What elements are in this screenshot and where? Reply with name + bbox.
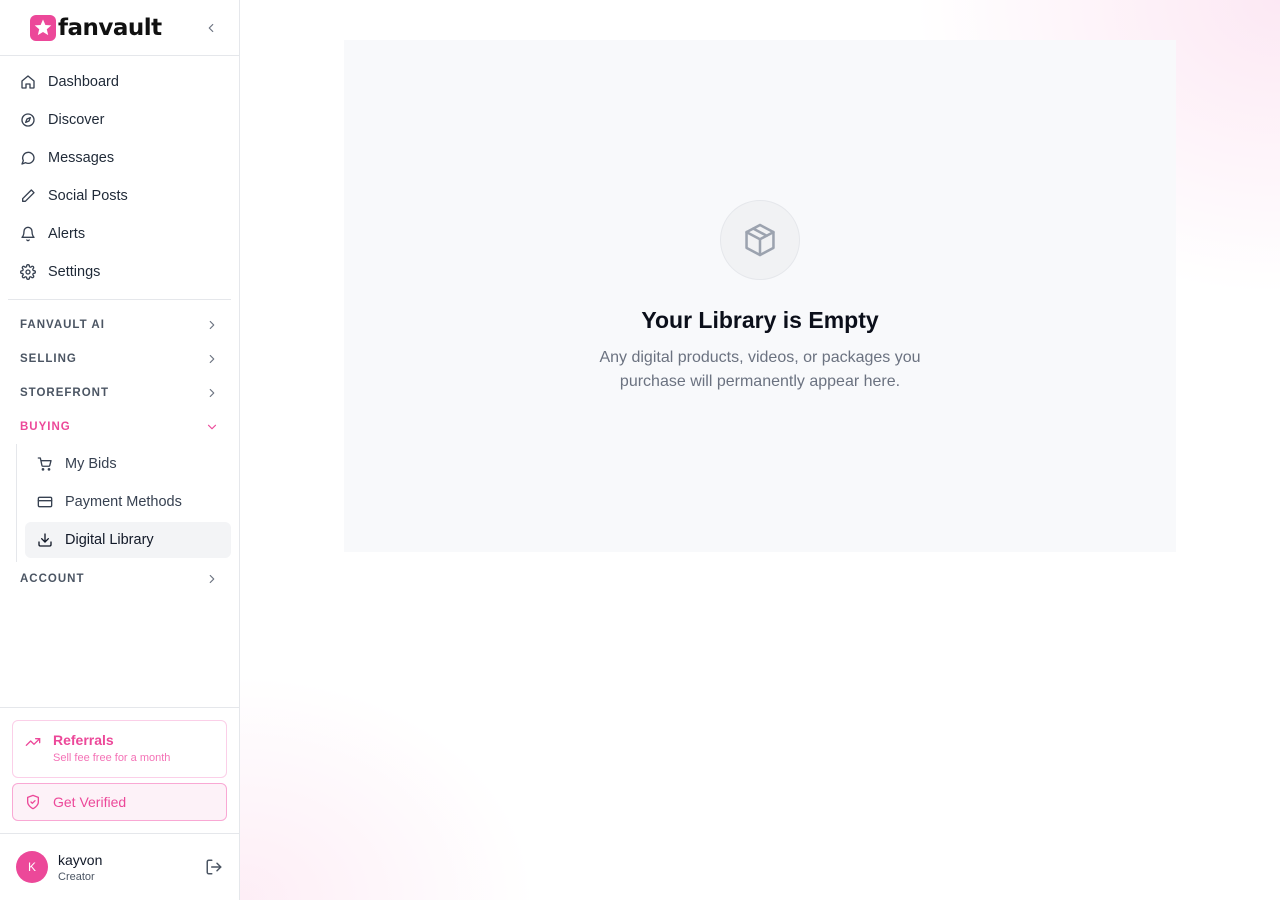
sidebar-item-my-bids[interactable]: My Bids bbox=[25, 446, 231, 482]
nav-item-label: Settings bbox=[48, 264, 101, 280]
section-account[interactable]: ACCOUNT bbox=[8, 562, 231, 596]
user-meta: kayvon Creator bbox=[58, 852, 205, 883]
library-empty-state: Your Library is Empty Any digital produc… bbox=[344, 40, 1176, 552]
nav-item-messages[interactable]: Messages bbox=[8, 139, 231, 177]
get-verified-label: Get Verified bbox=[53, 794, 127, 810]
trending-up-icon bbox=[25, 738, 41, 746]
section-storefront[interactable]: STOREFRONT bbox=[8, 376, 231, 410]
section-fanvault-ai[interactable]: FANVAULT AI bbox=[8, 308, 231, 342]
chevron-right-icon bbox=[209, 574, 215, 584]
section-label: BUYING bbox=[20, 421, 71, 433]
nav-item-label: Alerts bbox=[48, 226, 86, 242]
referrals-title: Referrals bbox=[53, 732, 114, 748]
user-name: kayvon bbox=[58, 851, 103, 868]
get-verified-button[interactable]: Get Verified bbox=[12, 783, 227, 821]
sidebar: fanvault Dashboard Discover Messages Soc… bbox=[0, 0, 240, 900]
sidebar-item-label: Payment Methods bbox=[65, 494, 182, 510]
chevron-right-icon bbox=[209, 320, 215, 330]
chevron-right-icon bbox=[209, 388, 215, 398]
chevron-left-icon bbox=[208, 23, 214, 32]
brand-name: fanvault bbox=[58, 14, 162, 41]
empty-icon-circle bbox=[720, 200, 800, 280]
bell-icon bbox=[21, 226, 35, 242]
section-selling[interactable]: SELLING bbox=[8, 342, 231, 376]
chevron-down-icon bbox=[207, 424, 217, 430]
section-buying[interactable]: BUYING bbox=[8, 410, 231, 444]
nav-item-label: Discover bbox=[48, 112, 105, 128]
section-label: FANVAULT AI bbox=[20, 319, 105, 331]
nav-divider bbox=[8, 299, 231, 300]
section-label: SELLING bbox=[20, 353, 77, 365]
package-icon bbox=[745, 223, 775, 257]
referrals-card[interactable]: Referrals Sell fee free for a month bbox=[12, 720, 227, 778]
nav-item-dashboard[interactable]: Dashboard bbox=[8, 63, 231, 101]
star-logo-icon bbox=[30, 14, 56, 41]
main-content: Your Library is Empty Any digital produc… bbox=[240, 0, 1280, 900]
user-profile-bar: K kayvon Creator bbox=[0, 833, 239, 900]
nav-item-label: Messages bbox=[48, 150, 115, 166]
logout-icon[interactable] bbox=[205, 858, 223, 876]
referrals-subtitle: Sell fee free for a month bbox=[53, 752, 171, 764]
sidebar-item-label: Digital Library bbox=[65, 532, 154, 548]
home-icon bbox=[21, 75, 35, 89]
referrals-text: Referrals Sell fee free for a month bbox=[53, 732, 170, 764]
credit-card-icon bbox=[37, 496, 53, 508]
chevron-right-icon bbox=[209, 354, 215, 364]
nav-item-social-posts[interactable]: Social Posts bbox=[8, 177, 231, 215]
empty-state-title: Your Library is Empty bbox=[641, 307, 879, 333]
pencil-icon bbox=[22, 189, 35, 202]
nav-item-label: Dashboard bbox=[48, 74, 119, 90]
section-label: ACCOUNT bbox=[20, 573, 85, 585]
buying-submenu: My Bids Payment Methods Digital Library bbox=[16, 444, 231, 562]
download-icon bbox=[38, 533, 52, 547]
shield-check-icon bbox=[27, 794, 39, 810]
sidebar-promotions: Referrals Sell fee free for a month Get … bbox=[0, 707, 239, 833]
nav-item-label: Social Posts bbox=[48, 188, 128, 204]
logo[interactable]: fanvault bbox=[30, 14, 162, 41]
gear-icon bbox=[20, 264, 36, 280]
section-label: STOREFRONT bbox=[20, 387, 110, 399]
nav-item-settings[interactable]: Settings bbox=[8, 253, 231, 291]
nav-item-discover[interactable]: Discover bbox=[8, 101, 231, 139]
sidebar-item-digital-library[interactable]: Digital Library bbox=[25, 522, 231, 558]
collapse-sidebar-button[interactable] bbox=[203, 20, 219, 36]
brand-header: fanvault bbox=[0, 0, 239, 56]
user-role: Creator bbox=[58, 870, 95, 883]
avatar[interactable]: K bbox=[16, 851, 48, 883]
sidebar-item-payment-methods[interactable]: Payment Methods bbox=[25, 484, 231, 520]
empty-state-description: Any digital products, videos, or package… bbox=[599, 349, 921, 390]
sidebar-item-label: My Bids bbox=[65, 456, 117, 472]
nav-item-alerts[interactable]: Alerts bbox=[8, 215, 231, 253]
main-nav: Dashboard Discover Messages Social Posts… bbox=[0, 56, 239, 596]
message-icon bbox=[21, 151, 35, 165]
compass-icon bbox=[21, 113, 35, 127]
cart-icon bbox=[37, 457, 52, 471]
